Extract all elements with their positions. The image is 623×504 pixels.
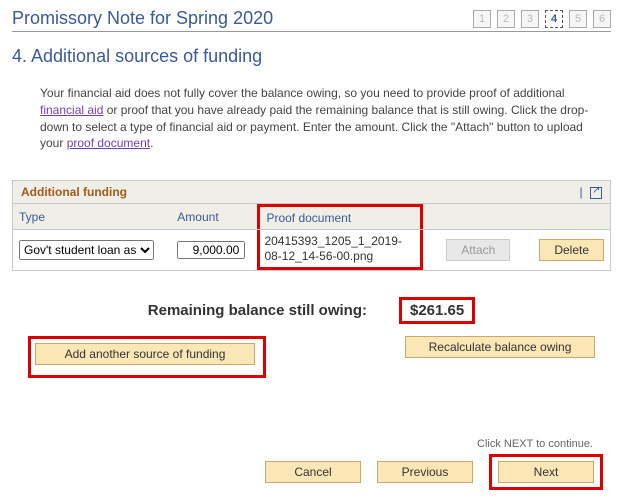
remaining-value: $261.65 — [399, 297, 475, 324]
action-row: Add another source of funding Recalculat… — [12, 336, 611, 378]
proof-document-link[interactable]: proof document — [67, 136, 150, 150]
remaining-label: Remaining balance still owing: — [148, 302, 367, 319]
table-row: Gov't student loan asses 20415393_1205_1… — [13, 230, 610, 270]
step-2[interactable]: 2 — [497, 10, 515, 28]
col-proof: Proof document — [257, 204, 423, 230]
col-amount: Amount — [171, 204, 257, 230]
type-select[interactable]: Gov't student loan asses — [19, 240, 154, 260]
funding-table: Additional funding | Type Amount Proof d… — [12, 180, 611, 271]
col-type: Type — [13, 204, 171, 230]
proof-filename: 20415393_1205_1_2019-08-12_14-56-00.png — [264, 234, 404, 263]
step-indicator: 1 2 3 4 5 6 — [473, 10, 611, 28]
financial-aid-link[interactable]: financial aid — [40, 103, 103, 117]
add-funding-button[interactable]: Add another source of funding — [35, 343, 255, 365]
attach-button: Attach — [446, 239, 510, 261]
step-6[interactable]: 6 — [593, 10, 611, 28]
previous-button[interactable]: Previous — [377, 461, 473, 483]
page-title: Promissory Note for Spring 2020 — [12, 8, 273, 29]
popout-icon[interactable] — [590, 187, 602, 199]
nav-row: Cancel Previous Next — [12, 454, 611, 490]
step-4[interactable]: 4 — [545, 10, 563, 28]
header: Promissory Note for Spring 2020 1 2 3 4 … — [12, 8, 611, 32]
section-heading: 4. Additional sources of funding — [12, 46, 611, 67]
table-caption: Additional funding — [21, 185, 127, 199]
step-5[interactable]: 5 — [569, 10, 587, 28]
table-tools[interactable]: | — [580, 185, 602, 199]
footer-hint: Click NEXT to continue. — [12, 438, 611, 450]
step-3[interactable]: 3 — [521, 10, 539, 28]
recalculate-button[interactable]: Recalculate balance owing — [405, 336, 595, 358]
next-button[interactable]: Next — [498, 461, 594, 483]
step-1[interactable]: 1 — [473, 10, 491, 28]
cancel-button[interactable]: Cancel — [265, 461, 361, 483]
delete-button[interactable]: Delete — [539, 239, 604, 261]
remaining-row: Remaining balance still owing: $261.65 — [12, 297, 611, 324]
intro-text: Your financial aid does not fully cover … — [40, 85, 595, 152]
amount-input[interactable] — [177, 241, 245, 259]
